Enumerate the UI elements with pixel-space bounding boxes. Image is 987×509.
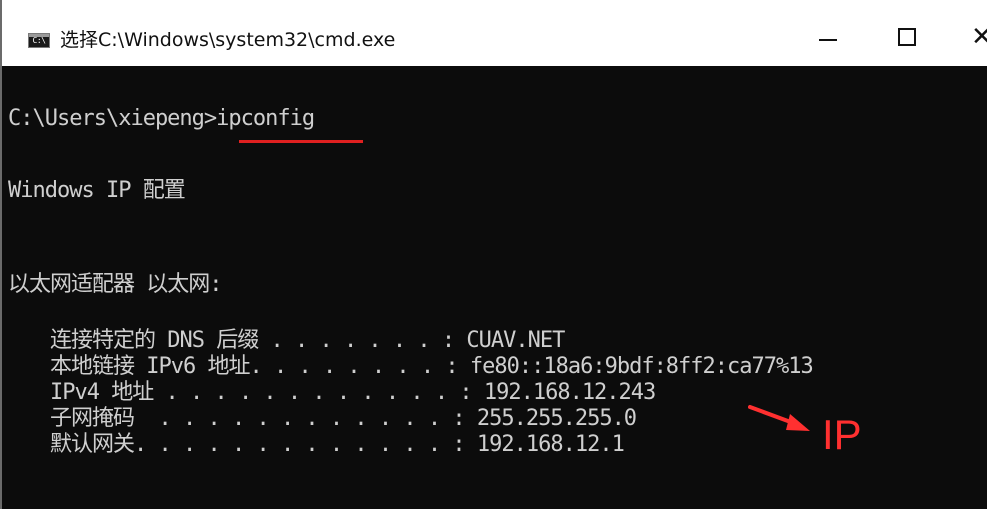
cmd-window: C:\ 选择C:\Windows\system32\cmd.exe ✕ C:\U… <box>0 0 987 509</box>
output-entry: 连接特定的 DNS 后缀 . . . . . . . : CUAV.NET <box>50 328 565 353</box>
cmd-icon-bar <box>29 34 49 37</box>
entry-label: IPv4 地址 . . . . . . . . . . . . : <box>50 380 473 405</box>
minimize-button[interactable] <box>797 16 857 60</box>
maximize-button[interactable] <box>878 16 938 60</box>
entry-label: 本地链接 IPv6 地址. . . . . . . . : <box>50 354 459 379</box>
entry-value: 192.168.12.1 <box>464 432 625 457</box>
output-entry: 默认网关. . . . . . . . . . . . . : 192.168.… <box>50 432 625 457</box>
entry-value: fe80::18a6:9bdf:8ff2:ca77%13 <box>457 354 814 379</box>
maximize-icon <box>898 28 916 46</box>
command: ipconfig <box>216 106 315 131</box>
entry-label: 默认网关. . . . . . . . . . . . . : <box>50 432 466 457</box>
entry-value: 255.255.255.0 <box>464 406 637 431</box>
entry-label: 连接特定的 DNS 后缀 . . . . . . . : <box>50 328 455 353</box>
entry-value: CUAV.NET <box>454 328 565 353</box>
entry-label: 子网掩码 . . . . . . . . . . . . : <box>50 406 466 431</box>
cmd-icon-text: C:\ <box>32 36 46 45</box>
title-bar[interactable]: C:\ 选择C:\Windows\system32\cmd.exe ✕ <box>0 0 987 66</box>
prompt: C:\Users\xiepeng> <box>8 106 217 131</box>
output-header: Windows IP 配置 <box>8 178 186 203</box>
output-entry: 本地链接 IPv6 地址. . . . . . . . : fe80::18a6… <box>50 354 814 379</box>
close-button[interactable]: ✕ <box>957 16 987 60</box>
close-icon: ✕ <box>971 22 987 52</box>
output-entry: 子网掩码 . . . . . . . . . . . . : 255.255.2… <box>50 406 637 431</box>
minimize-icon <box>819 39 837 41</box>
adapter-heading: 以太网适配器 以太网: <box>8 272 222 297</box>
output-entry: IPv4 地址 . . . . . . . . . . . . : 192.16… <box>50 380 656 405</box>
cmd-icon[interactable]: C:\ <box>28 33 50 48</box>
command-underline <box>239 140 363 143</box>
ip-annotation: IP <box>822 411 862 458</box>
window-title: 选择C:\Windows\system32\cmd.exe <box>60 29 396 51</box>
red-arrow-icon <box>748 405 810 431</box>
prompt-line: C:\Users\xiepeng>ipconfig <box>8 106 315 131</box>
entry-value: 192.168.12.243 <box>471 380 656 405</box>
